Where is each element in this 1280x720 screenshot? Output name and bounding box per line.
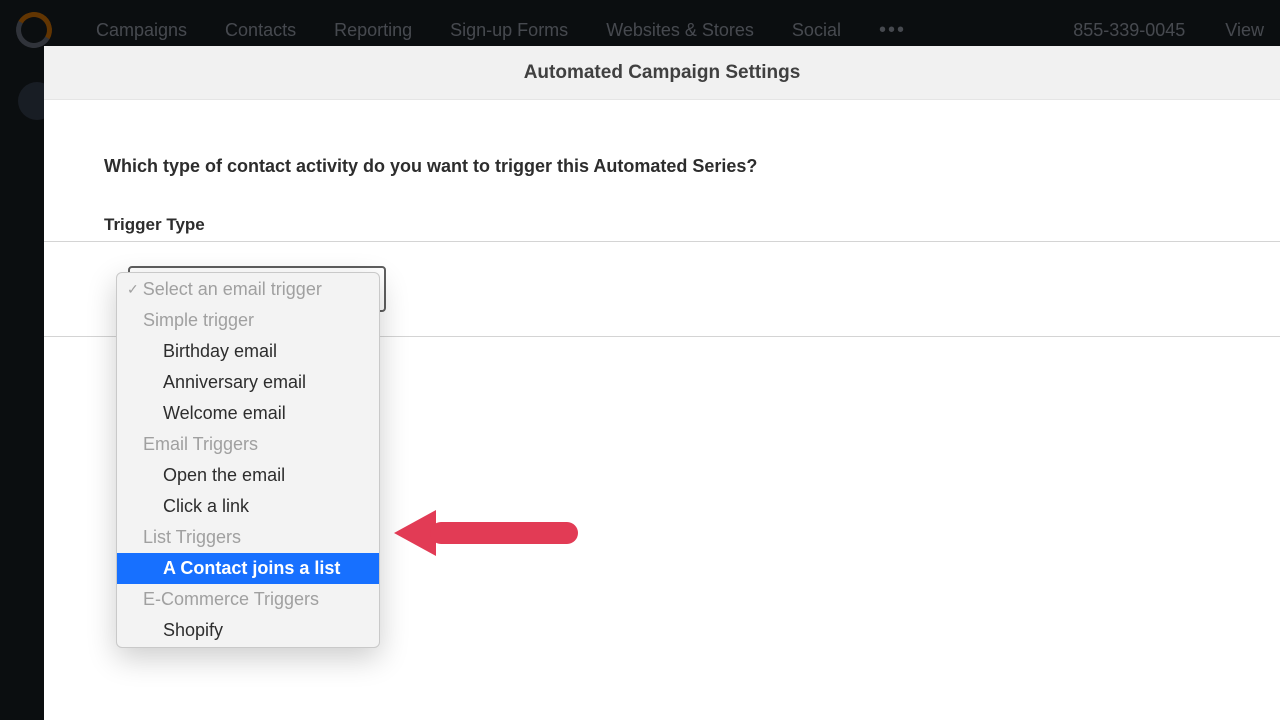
dropdown-item-welcome[interactable]: Welcome email xyxy=(117,398,379,429)
trigger-question: Which type of contact activity do you wa… xyxy=(104,156,1220,177)
dropdown-placeholder-text: Select an email trigger xyxy=(143,276,322,303)
dropdown-group-ecommerce: E-Commerce Triggers xyxy=(117,584,379,615)
dropdown-item-contact-joins-list[interactable]: A Contact joins a list xyxy=(117,553,379,584)
modal-header: Automated Campaign Settings xyxy=(44,46,1280,100)
dropdown-item-birthday[interactable]: Birthday email xyxy=(117,336,379,367)
dropdown-group-list: List Triggers xyxy=(117,522,379,553)
dropdown-placeholder[interactable]: ✓ Select an email trigger xyxy=(117,274,379,305)
trigger-dropdown[interactable]: ✓ Select an email trigger Simple trigger… xyxy=(116,272,380,648)
dropdown-group-simple: Simple trigger xyxy=(117,305,379,336)
checkmark-icon: ✓ xyxy=(127,276,139,303)
dropdown-group-email: Email Triggers xyxy=(117,429,379,460)
dropdown-item-anniversary[interactable]: Anniversary email xyxy=(117,367,379,398)
dropdown-item-shopify[interactable]: Shopify xyxy=(117,615,379,646)
modal-title: Automated Campaign Settings xyxy=(524,62,801,84)
dropdown-item-click-link[interactable]: Click a link xyxy=(117,491,379,522)
trigger-type-label: Trigger Type xyxy=(104,215,1220,235)
dropdown-item-open-email[interactable]: Open the email xyxy=(117,460,379,491)
annotation-arrow xyxy=(394,510,578,556)
